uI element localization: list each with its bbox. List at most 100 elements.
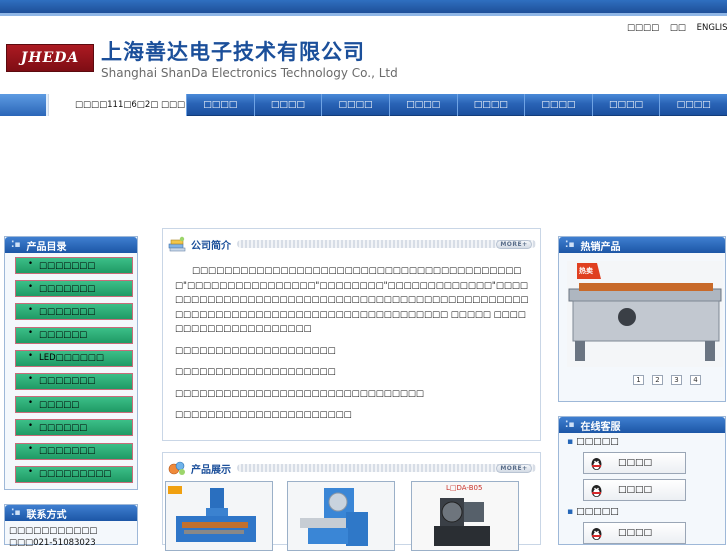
bullet-icon: • <box>28 467 34 478</box>
contact-line: □□□□□□□□□□□ <box>9 526 98 536</box>
category-panel: ⁚▪ 产品目录 • □□□□□□□ • □□□□□□□ • □□□□□□□ • □□□□… <box>4 236 138 490</box>
products-section: 产品展示 MORE+ L□DA-B05 <box>162 452 541 551</box>
nav-item-2[interactable]: □□□□ <box>253 94 322 116</box>
category-label: □□□□□□□ <box>39 306 96 317</box>
category-item[interactable]: • LED□□□□□□ <box>15 349 133 367</box>
category-label: □□□□□□ <box>39 422 88 433</box>
top-link-favorite[interactable]: □□ <box>670 23 686 33</box>
qq-chat-button[interactable]: □□□□ <box>583 452 686 474</box>
header-rule <box>237 464 536 472</box>
product-tag: L□DA-B05 <box>446 484 483 492</box>
service-group-name: □□□□□ <box>576 437 619 447</box>
top-stripe-accent <box>0 13 727 16</box>
nav-item-8[interactable]: □□□□ <box>659 94 727 116</box>
contact-panel: ⁚▪ 联系方式 □□□□□□□□□□□ □□□021-51083023 <box>4 504 138 548</box>
about-paragraph: □□□□□□□□□□□□□□□□□□□□ <box>175 345 336 356</box>
category-label: □□□□□□□ <box>39 260 96 271</box>
qq-button-label: □□□□ <box>618 485 653 495</box>
about-paragraph: □□□□□□□□□□□□□□□□□□□□□□□□□□□□□□□□□□□□□□□□… <box>175 266 529 334</box>
contact-body: □□□□□□□□□□□ □□□021-51083023 <box>9 525 97 549</box>
category-item[interactable]: • □□□□□□□ <box>15 280 133 298</box>
header-dots-icon: ⁚▪ <box>565 240 575 250</box>
category-label: □□□□□ <box>39 399 80 410</box>
top-link-english[interactable]: ENGLISH <box>697 23 727 33</box>
products-more-button[interactable]: MORE+ <box>496 464 532 473</box>
nav-item-7[interactable]: □□□□ <box>591 94 660 116</box>
product-thumbnail[interactable] <box>165 481 273 551</box>
category-item[interactable]: • □□□□□□ <box>15 326 133 344</box>
pager-button[interactable]: 4 <box>690 375 701 385</box>
qq-chat-button[interactable]: □□□□ <box>583 522 686 544</box>
hot-panel-header: ⁚▪ 热销产品 <box>559 237 725 253</box>
category-item[interactable]: • □□□□□□□ <box>15 303 133 321</box>
category-item[interactable]: • □□□□□□ <box>15 419 133 437</box>
company-name-en: Shanghai ShanDa Electronics Technology C… <box>101 66 398 80</box>
category-label: □□□□□□□ <box>39 376 96 387</box>
top-links: □□□□ □□ ENGLISH <box>627 23 727 33</box>
service-group: ▪ □□□□□ <box>567 437 619 447</box>
contact-panel-title: 联系方式 <box>26 509 67 521</box>
contact-panel-header: ⁚▪ 联系方式 <box>5 505 137 521</box>
products-icon <box>167 460 187 476</box>
date-display: □□□□111□6□2□ □□□ <box>48 94 186 116</box>
bullet-icon: • <box>28 351 34 362</box>
category-label: □□□□□□ <box>39 330 88 341</box>
products-header: 产品展示 MORE+ <box>167 459 536 477</box>
about-text: □□□□□□□□□□□□□□□□□□□□□□□□□□□□□□□□□□□□□□□□… <box>175 264 531 430</box>
top-link-home[interactable]: □□□□ <box>627 23 659 33</box>
nav-item-3[interactable]: □□□□ <box>321 94 389 116</box>
qq-penguin-icon <box>589 456 604 471</box>
category-label: □□□□□□□ <box>39 283 96 294</box>
bullet-icon: ▪ <box>567 437 574 447</box>
header-dots-icon: ⁚▪ <box>11 240 21 250</box>
bullet-icon: • <box>28 397 34 408</box>
company-logo[interactable]: JHEDA <box>6 44 94 72</box>
bullet-icon: • <box>28 328 34 339</box>
about-more-button[interactable]: MORE+ <box>496 240 532 249</box>
nav-item-1[interactable]: □□□□ <box>186 94 254 116</box>
bullet-icon: • <box>28 420 34 431</box>
product-thumbnail[interactable]: L□DA-B05 <box>411 481 519 551</box>
category-item[interactable]: • □□□□□□□ <box>15 257 133 274</box>
nav-item-6[interactable]: □□□□ <box>524 94 592 116</box>
bullet-icon: ▪ <box>567 507 574 517</box>
pager-button[interactable]: 3 <box>671 375 682 385</box>
hot-panel-title: 热销产品 <box>580 241 621 253</box>
about-title: 公司简介 <box>191 240 231 252</box>
service-panel-header: ⁚▪ 在线客服 <box>559 417 725 433</box>
products-title: 产品展示 <box>191 464 231 476</box>
books-icon <box>167 236 187 252</box>
qq-button-label: □□□□ <box>618 528 653 538</box>
bullet-icon: • <box>28 304 34 315</box>
hot-product-image[interactable]: 热卖 <box>567 261 723 367</box>
contact-line: □□□021-51083023 <box>9 538 96 548</box>
qq-chat-button[interactable]: □□□□ <box>583 479 686 501</box>
service-panel-title: 在线客服 <box>580 421 621 433</box>
hot-pager: 1 2 3 4 <box>633 375 709 385</box>
qq-penguin-icon <box>589 526 604 541</box>
nav-item-5[interactable]: □□□□ <box>456 94 525 116</box>
product-thumbnail[interactable] <box>287 481 395 551</box>
qq-penguin-icon <box>589 483 604 498</box>
bullet-icon: • <box>28 444 34 454</box>
category-item[interactable]: • □□□□□□□□□ <box>15 465 133 483</box>
category-panel-title: 产品目录 <box>26 241 67 253</box>
bullet-icon: • <box>28 281 34 292</box>
category-label: □□□□□□□ <box>39 446 96 456</box>
pager-button[interactable]: 1 <box>633 375 644 385</box>
online-service-panel: ⁚▪ 在线客服 ▪ □□□□□ □□□□ □□□□ ▪ □□□□□ □□□□ <box>558 416 726 545</box>
category-item[interactable]: • □□□□□□□ <box>15 442 133 460</box>
pager-button[interactable]: 2 <box>652 375 663 385</box>
bullet-icon: • <box>28 258 34 269</box>
category-item[interactable]: • □□□□□ <box>15 396 133 414</box>
category-list: • □□□□□□□ • □□□□□□□ • □□□□□□□ • □□□□□□ • LED□… <box>15 257 133 489</box>
header-dots-icon: ⁚▪ <box>11 508 21 518</box>
service-group: ▪ □□□□□ <box>567 507 619 517</box>
nav-item-4[interactable]: □□□□ <box>388 94 457 116</box>
category-label: □□□□□□□□□ <box>39 469 112 480</box>
hot-products-panel: ⁚▪ 热销产品 热卖 1 2 3 4 <box>558 236 726 402</box>
about-header: 公司简介 MORE+ <box>167 235 536 253</box>
logo-text: JHEDA <box>20 50 80 66</box>
category-item[interactable]: • □□□□□□□ <box>15 372 133 390</box>
top-stripe <box>0 0 727 13</box>
